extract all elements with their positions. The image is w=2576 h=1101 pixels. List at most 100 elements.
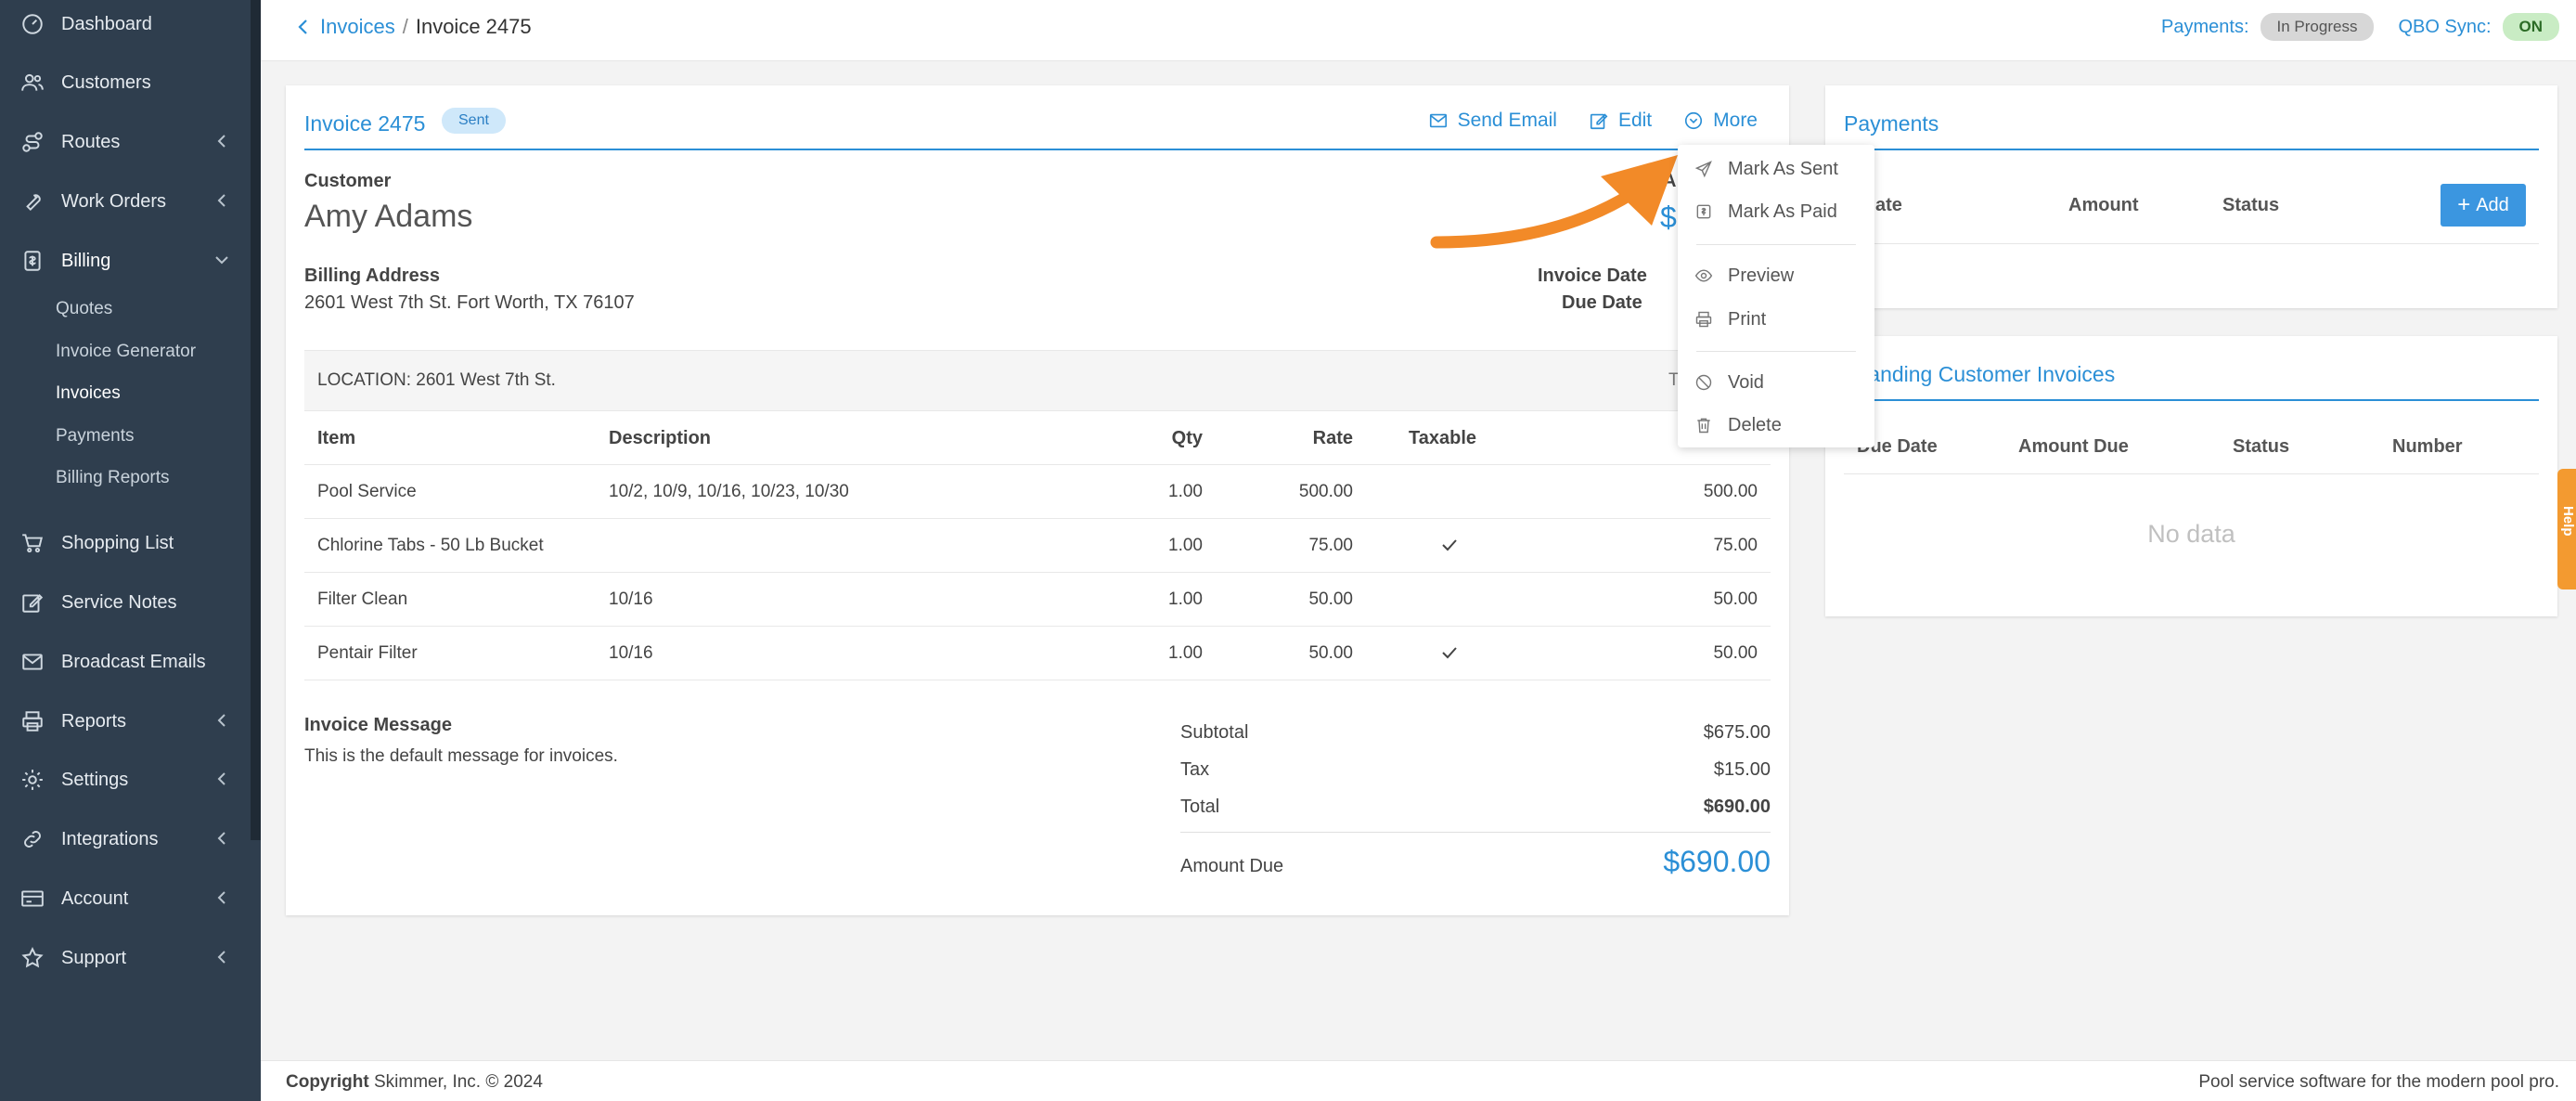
breadcrumb-invoices-link[interactable]: Invoices: [320, 15, 395, 39]
sidebar-item-label: Support: [61, 947, 127, 968]
sidebar-item-service-notes[interactable]: Service Notes: [0, 576, 251, 628]
column-header-taxable: Taxable: [1409, 428, 1476, 448]
cell-qty: 1.00: [1168, 536, 1203, 555]
invoice-actions: Send Email Edit More: [1397, 110, 1758, 132]
totals-divider: [1180, 832, 1771, 833]
wrench-icon: [19, 188, 46, 215]
menu-item-mark-as-sent[interactable]: Mark As Sent: [1678, 150, 1874, 188]
more-dropdown-menu: Mark As Sent Mark As Paid Preview Print …: [1678, 145, 1874, 447]
link-icon: [19, 825, 46, 853]
sidebar-item-customers[interactable]: Customers: [0, 57, 251, 109]
sidebar-item-account[interactable]: Account: [0, 873, 251, 925]
payments-card: Payments ate Amount Status + Add: [1825, 85, 2557, 308]
sidebar-item-label: Integrations: [61, 828, 159, 849]
trash-icon: [1697, 418, 1710, 434]
copyright-rest: Skimmer, Inc. © 2024: [374, 1072, 543, 1092]
edit-icon: [1590, 113, 1608, 130]
table-row: Chlorine Tabs - 50 Lb Bucket 1.00 75.00 …: [304, 519, 1771, 573]
billing-address-label: Billing Address: [304, 266, 440, 286]
more-button[interactable]: More: [1683, 110, 1758, 132]
column-header-item: Item: [317, 428, 356, 448]
qbo-sync-badge[interactable]: ON: [2502, 13, 2559, 41]
chevron-left-icon: [213, 889, 230, 906]
sidebar-item-broadcast-emails[interactable]: Broadcast Emails: [0, 636, 251, 688]
send-email-label: Send Email: [1457, 110, 1557, 131]
menu-divider: [1696, 351, 1856, 352]
footer-tagline: Pool service software for the modern poo…: [2198, 1072, 2559, 1092]
eye-icon: [1694, 269, 1713, 282]
sidebar-subitem-payments[interactable]: Payments: [56, 426, 134, 447]
sidebar-subitem-invoices[interactable]: Invoices: [56, 383, 121, 404]
edit-button[interactable]: Edit: [1589, 110, 1652, 132]
cell-amount: 50.00: [1713, 589, 1758, 609]
cell-qty: 1.00: [1168, 482, 1203, 501]
menu-item-delete[interactable]: Delete: [1678, 407, 1874, 444]
billing-icon: [19, 247, 46, 275]
sidebar-subitem-quotes[interactable]: Quotes: [56, 299, 112, 319]
sidebar-item-routes[interactable]: Routes: [0, 116, 251, 168]
chevron-left-icon: [213, 712, 230, 729]
column-header-status: Status: [2222, 195, 2280, 215]
add-payment-button[interactable]: + Add: [2441, 184, 2526, 227]
copyright-text: Copyright Skimmer, Inc. © 2024: [286, 1072, 543, 1093]
menu-item-label: Print: [1728, 308, 1767, 330]
sidebar-subitem-billing-reports[interactable]: Billing Reports: [56, 468, 170, 488]
menu-item-label: Delete: [1728, 414, 1782, 435]
payments-status-label: Payments:: [2161, 16, 2249, 37]
table-row: Pentair Filter 10/16 1.00 50.00 50.00: [304, 627, 1771, 680]
payments-status-badge: In Progress: [2260, 13, 2375, 41]
menu-item-void[interactable]: Void: [1678, 364, 1874, 401]
sidebar-item-integrations[interactable]: Integrations: [0, 813, 251, 865]
gear-icon: [19, 766, 46, 794]
chevron-left-icon[interactable]: [296, 18, 311, 36]
chevron-left-icon: [213, 949, 230, 965]
empty-state: No data: [2147, 520, 2235, 548]
sidebar-item-support[interactable]: Support: [0, 932, 251, 984]
qbo-sync-label: QBO Sync:: [2398, 16, 2492, 37]
sidebar-item-settings[interactable]: Settings: [0, 754, 251, 806]
tax-value: $15.00: [1713, 759, 1771, 780]
menu-item-label: Void: [1728, 371, 1764, 393]
card-divider: [304, 149, 1771, 150]
invoice-title: Invoice 2475: [304, 111, 426, 136]
menu-item-label: Preview: [1728, 265, 1795, 286]
menu-item-preview[interactable]: Preview: [1678, 257, 1874, 294]
subtotal-label: Subtotal: [1180, 722, 1249, 743]
top-bar: Invoices / Invoice 2475 Payments: In Pro…: [261, 0, 2576, 61]
invoice-message-label: Invoice Message: [304, 715, 452, 735]
menu-item-print[interactable]: Print: [1678, 301, 1874, 338]
send-email-button[interactable]: Send Email: [1428, 110, 1557, 132]
menu-item-mark-as-paid[interactable]: Mark As Paid: [1678, 193, 1874, 230]
tax-label: Tax: [1180, 759, 1210, 780]
billing-address: 2601 West 7th St. Fort Worth, TX 76107: [304, 292, 635, 313]
status-indicators: Payments: In Progress QBO Sync: ON: [2161, 13, 2559, 41]
invoice-message: This is the default message for invoices…: [304, 746, 618, 766]
cell-item: Filter Clean: [317, 589, 408, 609]
dashboard-icon: [19, 10, 46, 38]
sidebar-item-shopping-list[interactable]: Shopping List: [0, 517, 251, 569]
sidebar-item-label: Shopping List: [61, 532, 174, 553]
sidebar-item-work-orders[interactable]: Work Orders: [0, 175, 251, 227]
sidebar-item-label: Account: [61, 887, 129, 909]
column-header-rate: Rate: [1312, 428, 1353, 448]
sidebar-item-dashboard[interactable]: Dashboard: [0, 0, 251, 50]
send-icon: [1694, 161, 1712, 178]
add-payment-label: Add: [2476, 194, 2509, 215]
dollar-icon: [1696, 204, 1711, 219]
chevron-left-icon: [213, 830, 230, 847]
cell-qty: 1.00: [1168, 643, 1203, 663]
help-tab[interactable]: Help: [2557, 469, 2576, 589]
sidebar-item-label: Settings: [61, 769, 129, 790]
sidebar-item-label: Reports: [61, 710, 127, 732]
cell-description: 10/16: [609, 643, 653, 663]
sidebar-item-billing[interactable]: Billing: [0, 235, 251, 287]
users-icon: [19, 69, 46, 97]
sidebar-subitem-invoice-generator[interactable]: Invoice Generator: [56, 342, 196, 362]
row-divider: [1844, 473, 2539, 474]
location-bar: LOCATION: 2601 West 7th St. Tax: [304, 350, 1771, 411]
customer-name[interactable]: Amy Adams: [304, 199, 472, 235]
sidebar-item-reports[interactable]: Reports: [0, 695, 251, 747]
customer-label: Customer: [304, 171, 392, 191]
sidebar-scrollbar[interactable]: [251, 0, 261, 840]
menu-divider: [1696, 244, 1856, 245]
